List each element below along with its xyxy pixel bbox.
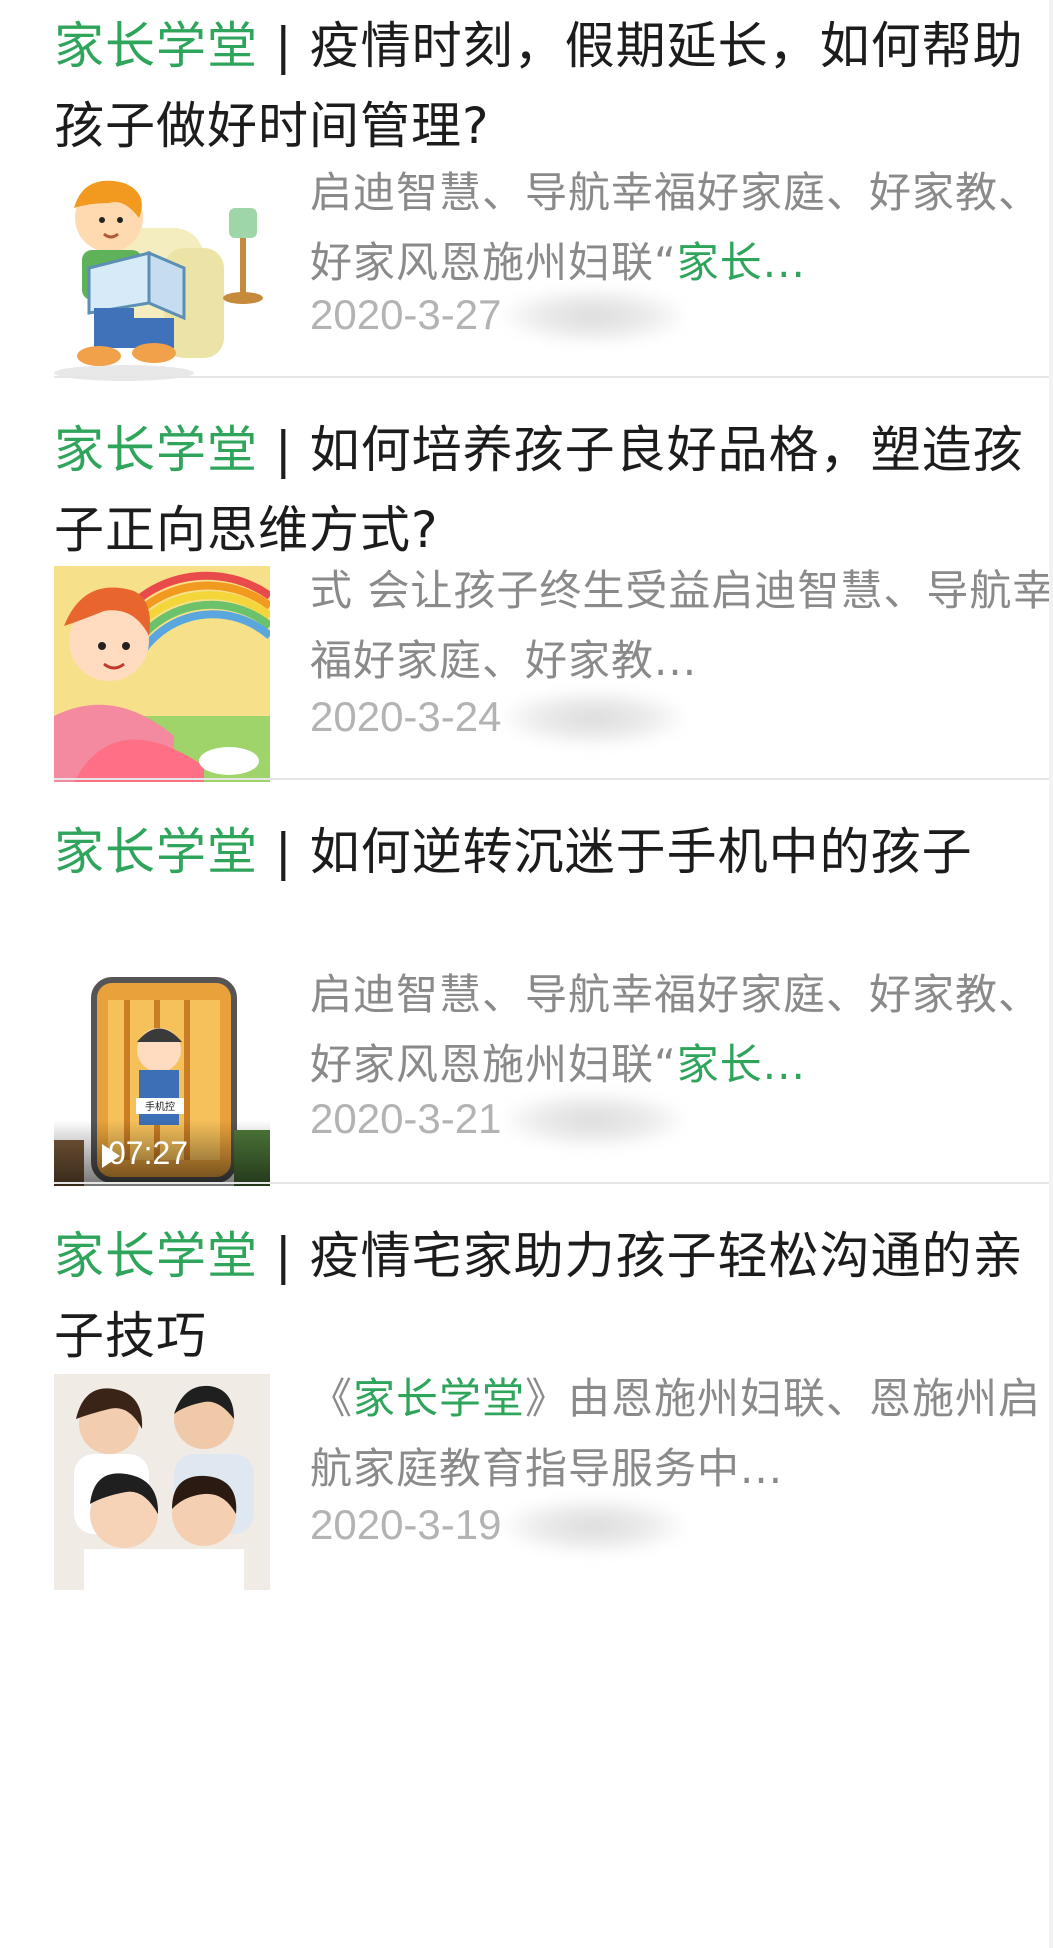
article-date: 2020-3-19	[310, 1501, 502, 1548]
article-excerpt: 《家长学堂》由恩施州妇联、恩施州启航家庭教育指导服务中...	[310, 1364, 1053, 1504]
blurred-author	[504, 288, 684, 344]
excerpt-highlight: 家长...	[676, 238, 806, 287]
divider	[54, 376, 1053, 378]
excerpt-text: 启迪智慧、导航幸福好家庭、好家教、好家风恩施州妇联“	[310, 970, 1042, 1089]
title-tag: 家长学堂	[54, 421, 258, 479]
article-thumbnail[interactable]: 手机控 07:27	[54, 970, 270, 1186]
article-thumbnail[interactable]	[54, 1374, 270, 1590]
article-item[interactable]: 家长学堂 | 如何培养孩子良好品格，塑造孩子正向思维方式? 式 会让孩子终生受益…	[54, 410, 1053, 782]
excerpt-highlight: 家长学堂	[353, 1374, 526, 1423]
excerpt-highlight: 家长...	[676, 1040, 806, 1089]
excerpt-text: 式 会让孩子终生受益启迪智慧、导航幸福好家庭、好家教...	[310, 566, 1053, 685]
title-tag: 家长学堂	[54, 17, 258, 75]
blurred-author	[504, 1498, 684, 1554]
article-item[interactable]: 家长学堂 | 疫情时刻，假期延长，如何帮助孩子做好时间管理? 启迪智慧、导航幸福…	[54, 6, 1053, 384]
article-excerpt: 式 会让孩子终生受益启迪智慧、导航幸福好家庭、好家教...	[310, 556, 1053, 696]
article-excerpt: 启迪智慧、导航幸福好家庭、好家教、好家风恩施州妇联“家长...	[310, 960, 1053, 1100]
family-photo-icon	[54, 1374, 270, 1590]
article-thumbnail[interactable]	[54, 168, 270, 384]
article-date: 2020-3-27	[310, 291, 502, 338]
article-title[interactable]: 家长学堂 | 如何逆转沉迷于手机中的孩子	[54, 812, 1024, 892]
child-reading-book-icon	[54, 168, 270, 384]
divider	[54, 1182, 1053, 1184]
article-date: 2020-3-24	[310, 693, 502, 740]
article-title[interactable]: 家长学堂 | 疫情宅家助力孩子轻松沟通的亲子技巧	[54, 1216, 1024, 1376]
divider	[54, 778, 1053, 780]
excerpt-text: 《	[310, 1374, 354, 1423]
title-tag: 家长学堂	[54, 1227, 258, 1285]
article-item[interactable]: 家长学堂 | 疫情宅家助力孩子轻松沟通的亲子技巧 《家长学堂》由恩施州妇联、恩施…	[54, 1216, 1053, 1948]
article-title[interactable]: 家长学堂 | 疫情时刻，假期延长，如何帮助孩子做好时间管理?	[54, 6, 1024, 166]
video-duration: 07:27	[54, 1120, 270, 1186]
title-tag: 家长学堂	[54, 823, 258, 881]
scroll-edge	[1049, 0, 1053, 1948]
article-title[interactable]: 家长学堂 | 如何培养孩子良好品格，塑造孩子正向思维方式?	[54, 410, 1024, 570]
article-item[interactable]: 家长学堂 | 如何逆转沉迷于手机中的孩子 手机控 07:27 启迪智慧、导航幸福…	[54, 812, 1053, 1186]
article-thumbnail[interactable]	[54, 566, 270, 782]
title-text: | 如何逆转沉迷于手机中的孩子	[258, 823, 973, 881]
girl-rainbow-icon	[54, 566, 270, 782]
excerpt-text: 启迪智慧、导航幸福好家庭、好家教、好家风恩施州妇联“	[310, 168, 1042, 287]
blurred-author	[504, 1092, 684, 1148]
article-excerpt: 启迪智慧、导航幸福好家庭、好家教、好家风恩施州妇联“家长...	[310, 158, 1053, 298]
blurred-author	[504, 690, 684, 746]
article-date: 2020-3-21	[310, 1095, 502, 1142]
play-icon	[102, 1144, 120, 1168]
phone-label: 手机控	[145, 1100, 175, 1113]
